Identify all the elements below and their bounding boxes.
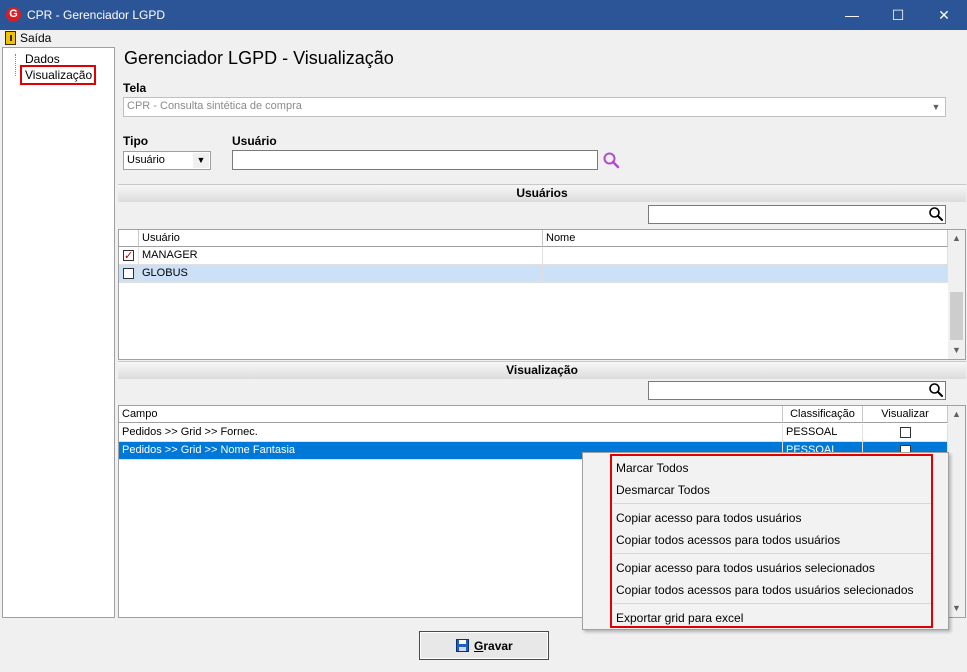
scroll-up-icon[interactable]: ▲ <box>948 230 965 247</box>
row-checkbox[interactable] <box>123 268 134 279</box>
usuario-label: Usuário <box>232 134 277 148</box>
menu-item-exit[interactable]: Saída <box>20 31 51 45</box>
users-search-input[interactable] <box>648 205 946 224</box>
search-icon[interactable] <box>602 151 621 170</box>
tela-select[interactable]: CPR - Consulta sintética de compra ▼ <box>123 97 946 117</box>
users-section-header: Usuários <box>118 184 966 202</box>
search-icon[interactable] <box>928 382 944 398</box>
tela-label: Tela <box>123 81 147 95</box>
search-icon[interactable] <box>928 206 944 222</box>
view-grid-scrollbar[interactable]: ▲ ▼ <box>948 406 965 617</box>
app-logo-icon: G <box>6 7 21 22</box>
floppy-disk-icon <box>456 639 469 652</box>
window-title: CPR - Gerenciador LGPD <box>27 8 166 22</box>
table-row[interactable]: MANAGER <box>119 247 948 265</box>
annotation-highlight-box <box>20 65 96 85</box>
minimize-button[interactable]: — <box>829 0 875 30</box>
cell-classificacao: PESSOAL <box>783 424 863 442</box>
chevron-down-icon[interactable]: ▼ <box>928 99 944 115</box>
row-check-cell[interactable] <box>119 247 139 265</box>
cell-campo: Pedidos >> Grid >> Fornec. <box>119 424 783 442</box>
door-exit-icon[interactable] <box>5 31 16 45</box>
grid-header-nome[interactable]: Nome <box>543 230 948 247</box>
save-button[interactable]: Gravar <box>419 631 549 660</box>
save-button-label: Gravar <box>474 639 513 653</box>
menu-bar: Saída <box>0 30 967 47</box>
scroll-down-icon[interactable]: ▼ <box>948 600 965 617</box>
maximize-button[interactable]: ☐ <box>875 0 921 30</box>
tela-select-value: CPR - Consulta sintética de compra <box>127 100 302 112</box>
grid-header-visualizar[interactable]: Visualizar <box>863 406 948 423</box>
title-bar: G CPR - Gerenciador LGPD — ☐ ✕ <box>0 0 967 30</box>
cell-visualizar[interactable] <box>863 424 948 442</box>
cell-usuario: GLOBUS <box>139 265 543 283</box>
chevron-down-icon[interactable]: ▼ <box>193 153 209 168</box>
page-title: Gerenciador LGPD - Visualização <box>124 48 394 68</box>
users-grid-scrollbar[interactable]: ▲ ▼ <box>948 230 965 359</box>
scroll-down-icon[interactable]: ▼ <box>948 342 965 359</box>
usuario-input[interactable] <box>232 150 598 170</box>
tree-connector <box>15 54 16 76</box>
users-grid: Usuário Nome MANAGER GLOBUS ▲ ▼ <box>118 229 966 360</box>
row-check-cell[interactable] <box>119 265 139 283</box>
view-search-input[interactable] <box>648 381 946 400</box>
scroll-up-icon[interactable]: ▲ <box>948 406 965 423</box>
tipo-select[interactable]: Usuário ▼ <box>123 151 211 170</box>
cell-nome <box>543 265 948 283</box>
cell-nome <box>543 247 948 265</box>
visualizar-checkbox[interactable] <box>900 427 911 438</box>
grid-header-campo[interactable]: Campo <box>119 406 783 423</box>
grid-header-classificacao[interactable]: Classificação <box>783 406 863 423</box>
view-section-header: Visualização <box>118 361 966 379</box>
tree-item-dados[interactable]: Dados <box>25 52 60 66</box>
scrollbar-thumb[interactable] <box>950 292 963 340</box>
tipo-label: Tipo <box>123 134 149 148</box>
cell-usuario: MANAGER <box>139 247 543 265</box>
row-checkbox[interactable] <box>123 248 134 265</box>
tipo-select-value: Usuário <box>127 154 165 166</box>
table-row[interactable]: GLOBUS <box>119 265 948 283</box>
table-row[interactable]: Pedidos >> Grid >> Fornec. PESSOAL <box>119 424 948 442</box>
grid-header-check <box>119 230 139 247</box>
close-button[interactable]: ✕ <box>921 0 967 30</box>
annotation-highlight-box <box>610 454 933 628</box>
grid-header-usuario[interactable]: Usuário <box>139 230 543 247</box>
navigation-tree: Dados Visualização <box>2 47 115 618</box>
